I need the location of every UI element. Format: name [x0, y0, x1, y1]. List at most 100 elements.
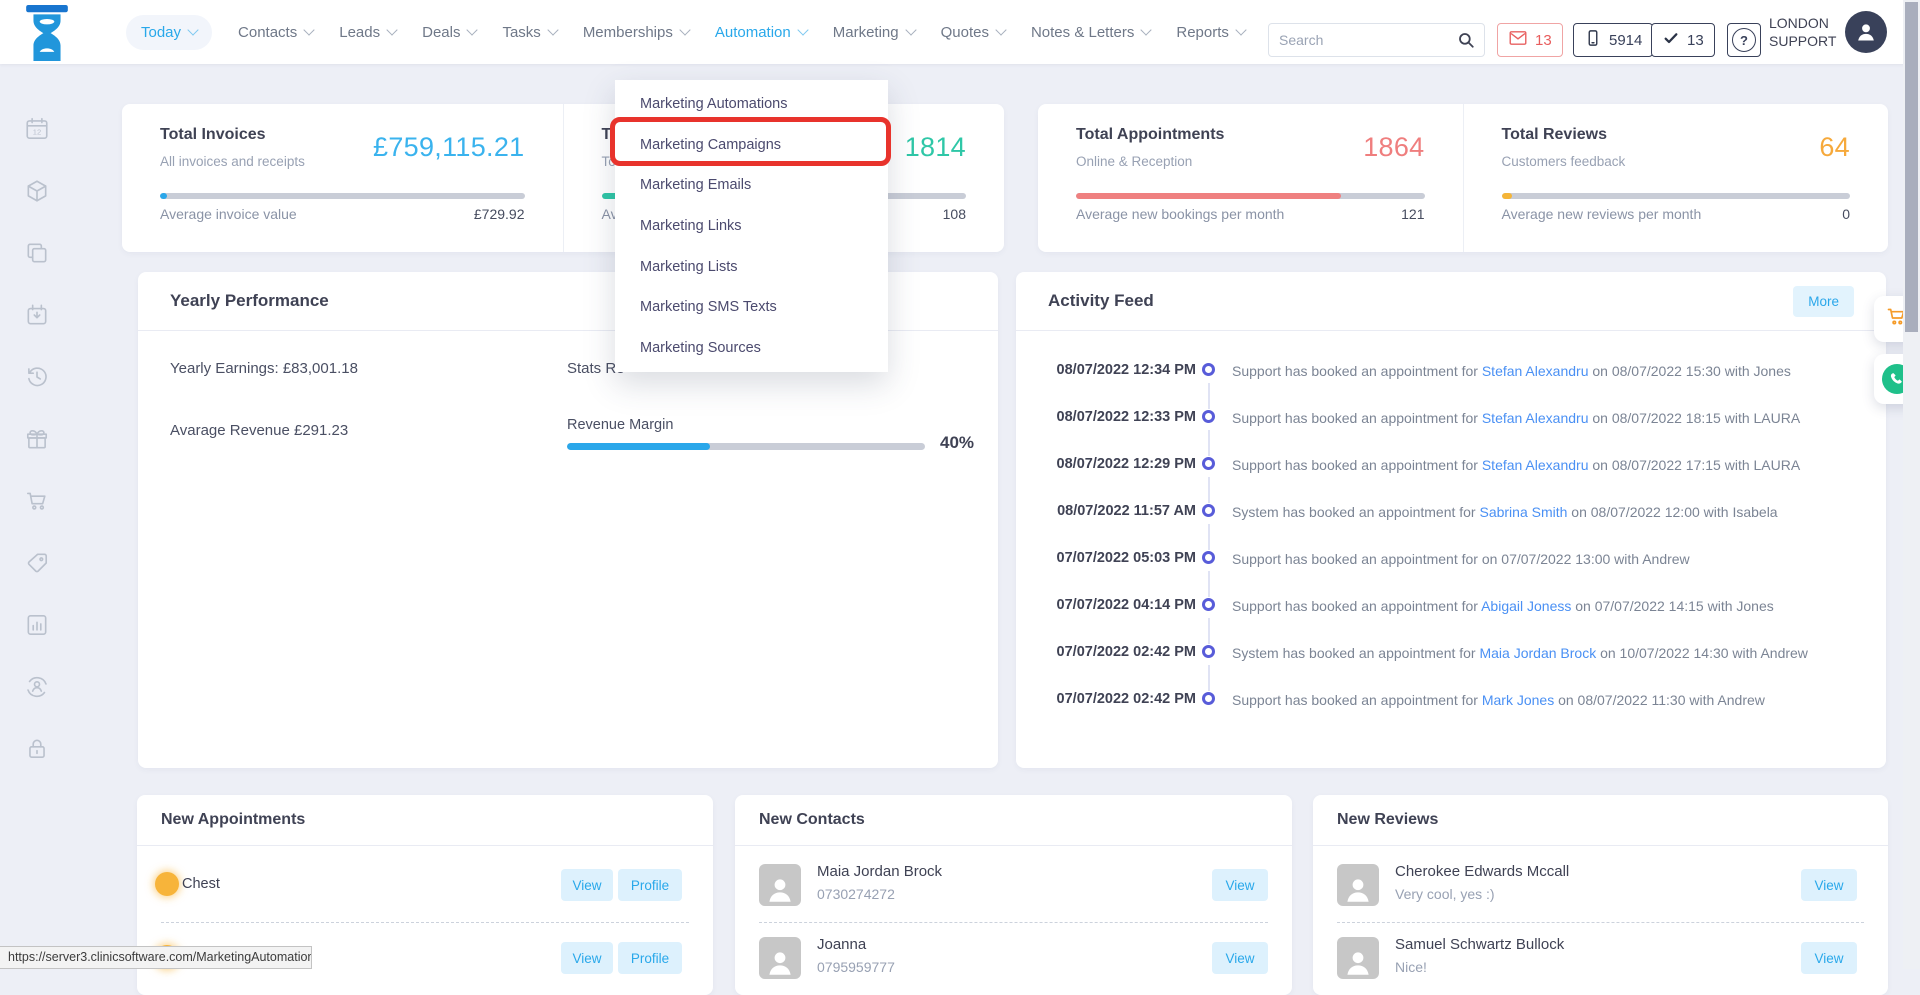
- nav-item-quotes[interactable]: Quotes: [941, 24, 1005, 41]
- account-location-line2: SUPPORT: [1769, 32, 1836, 50]
- stat-footer-value: 108: [943, 206, 966, 222]
- timeline-marker-icon: [1202, 598, 1215, 611]
- stat-footer-label: Average new reviews per month: [1502, 206, 1702, 222]
- stat-progress: [160, 193, 525, 199]
- mail-badge[interactable]: 13: [1497, 23, 1563, 57]
- scrollbar-thumb[interactable]: [1905, 2, 1918, 332]
- feed-entry: 07/07/2022 05:03 PM Support has booked a…: [1016, 536, 1886, 583]
- feed-timestamp: 07/07/2022 05:03 PM: [1036, 550, 1196, 566]
- tasks-badge[interactable]: 13: [1651, 23, 1715, 57]
- nav-item-leads[interactable]: Leads: [339, 24, 396, 41]
- contact-phone: 0795959777: [817, 959, 895, 975]
- nav-item-today[interactable]: Today: [126, 15, 212, 50]
- user-avatar-icon[interactable]: [1845, 11, 1887, 53]
- tag-icon[interactable]: [24, 550, 50, 576]
- stat-title: Total Invoices: [160, 126, 266, 144]
- gift-icon[interactable]: [24, 426, 50, 452]
- stat-value: 1864: [1363, 132, 1424, 163]
- phone-count: 5914: [1609, 32, 1642, 49]
- yearly-earnings: Yearly Earnings: £83,001.18: [170, 360, 358, 377]
- nav-item-memberships[interactable]: Memberships: [583, 24, 689, 41]
- contact-link[interactable]: Mark Jones: [1482, 692, 1554, 708]
- average-revenue: Avarage Revenue £291.23: [170, 422, 348, 439]
- calendar-icon[interactable]: 12: [24, 116, 50, 142]
- stat-footer-value: £729.92: [474, 206, 525, 222]
- timeline-marker-icon: [1202, 692, 1215, 705]
- profile-button[interactable]: Profile: [618, 869, 682, 901]
- chevron-down-icon: [679, 24, 690, 35]
- menu-item-marketing-links[interactable]: Marketing Links: [615, 206, 888, 247]
- nav-item-notes-letters[interactable]: Notes & Letters: [1031, 24, 1150, 41]
- appointment-name: Chest: [182, 876, 220, 892]
- contact-link[interactable]: Stefan Alexandru: [1482, 363, 1589, 379]
- timeline-marker-icon: [1202, 504, 1215, 517]
- menu-item-marketing-emails[interactable]: Marketing Emails: [615, 165, 888, 206]
- revenue-margin-label: Revenue Margin: [567, 417, 673, 433]
- top-bar: Today Contacts Leads Deals Tasks Members…: [0, 0, 1920, 64]
- avatar: [759, 864, 801, 906]
- app-logo-icon[interactable]: [22, 5, 72, 59]
- feed-entry: 08/07/2022 11:57 AM System has booked an…: [1016, 489, 1886, 536]
- package-icon[interactable]: [24, 178, 50, 204]
- timeline-marker-icon: [1202, 457, 1215, 470]
- cart-icon[interactable]: [24, 488, 50, 514]
- avatar: [1337, 864, 1379, 906]
- menu-item-marketing-sms-texts[interactable]: Marketing SMS Texts: [615, 287, 888, 328]
- view-button[interactable]: View: [1801, 869, 1857, 901]
- view-button[interactable]: View: [1212, 869, 1268, 901]
- copy-icon[interactable]: [24, 240, 50, 266]
- stat-subtitle: Online & Reception: [1076, 154, 1192, 169]
- menu-item-marketing-automations[interactable]: Marketing Automations: [615, 84, 888, 125]
- history-icon[interactable]: [24, 364, 50, 390]
- mail-icon: [1508, 29, 1528, 51]
- contact-link[interactable]: Stefan Alexandru: [1482, 457, 1589, 473]
- view-button[interactable]: View: [1801, 942, 1857, 974]
- contact-link[interactable]: Maia Jordan Brock: [1479, 645, 1596, 661]
- view-button[interactable]: View: [561, 869, 613, 901]
- stat-subtitle: Customers feedback: [1502, 154, 1626, 169]
- menu-item-marketing-lists[interactable]: Marketing Lists: [615, 246, 888, 287]
- help-button[interactable]: ?: [1727, 23, 1761, 57]
- review-row: Samuel Schwartz Bullock Nice! View: [1313, 928, 1888, 990]
- view-button[interactable]: View: [1212, 942, 1268, 974]
- feed-timestamp: 07/07/2022 04:14 PM: [1036, 597, 1196, 613]
- nav-item-reports[interactable]: Reports: [1176, 24, 1245, 41]
- menu-item-marketing-campaigns[interactable]: Marketing Campaigns: [615, 125, 888, 166]
- more-button[interactable]: More: [1793, 286, 1854, 317]
- stat-value: 1814: [905, 132, 966, 163]
- stat-footer-value: 121: [1401, 206, 1424, 222]
- search-icon[interactable]: [1448, 24, 1484, 56]
- stats-panel-right: Total Appointments Online & Reception 18…: [1038, 104, 1888, 252]
- status-bar-url: https://server3.clinicsoftware.com/Marke…: [0, 946, 312, 969]
- review-row: Cherokee Edwards Mccall Very cool, yes :…: [1313, 855, 1888, 917]
- reviewer-name: Cherokee Edwards Mccall: [1395, 863, 1569, 880]
- nav-item-contacts[interactable]: Contacts: [238, 24, 313, 41]
- phone-badge[interactable]: 5914: [1573, 23, 1653, 57]
- nav-item-marketing[interactable]: Marketing: [833, 24, 915, 41]
- sidebar: 12: [24, 116, 50, 762]
- tasks-count: 13: [1687, 32, 1704, 49]
- account-location: LONDON SUPPORT: [1769, 14, 1836, 50]
- feed-entry: 08/07/2022 12:29 PM Support has booked a…: [1016, 442, 1886, 489]
- contact-name: Maia Jordan Brock: [817, 863, 942, 880]
- view-button[interactable]: View: [561, 942, 613, 974]
- nav-item-tasks[interactable]: Tasks: [502, 24, 556, 41]
- review-text: Very cool, yes :): [1395, 886, 1495, 902]
- contact-link[interactable]: Sabrina Smith: [1479, 504, 1567, 520]
- main-nav: Today Contacts Leads Deals Tasks Members…: [126, 0, 1303, 64]
- report-icon[interactable]: [24, 612, 50, 638]
- review-text: Nice!: [1395, 959, 1427, 975]
- timeline-marker-icon: [1202, 363, 1215, 376]
- search-input[interactable]: [1269, 32, 1448, 48]
- chevron-down-icon: [547, 24, 558, 35]
- menu-item-marketing-sources[interactable]: Marketing Sources: [615, 327, 888, 368]
- stat-card-total-appointments: Total Appointments Online & Reception 18…: [1038, 104, 1464, 252]
- account-sync-icon[interactable]: [24, 674, 50, 700]
- calendar-import-icon[interactable]: [24, 302, 50, 328]
- nav-item-deals[interactable]: Deals: [422, 24, 476, 41]
- contact-link[interactable]: Stefan Alexandru: [1482, 410, 1589, 426]
- contact-link[interactable]: Abigail Joness: [1481, 598, 1571, 614]
- profile-button[interactable]: Profile: [618, 942, 682, 974]
- lock-icon[interactable]: [24, 736, 50, 762]
- nav-item-automation[interactable]: Automation: [715, 24, 807, 41]
